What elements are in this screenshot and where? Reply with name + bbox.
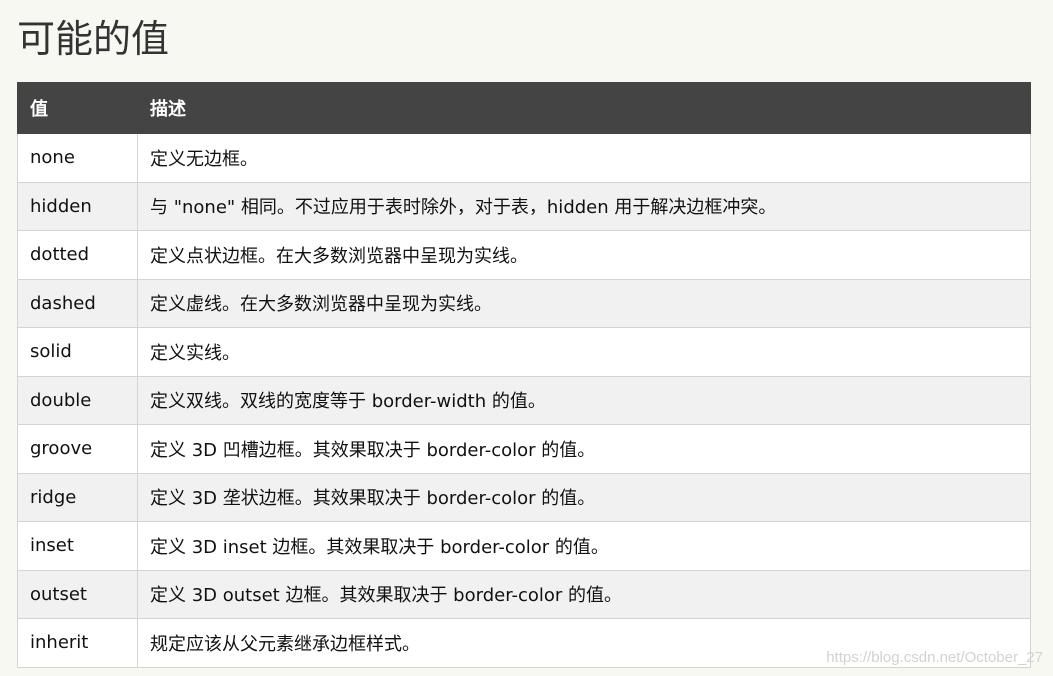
- value-cell: ridge: [17, 472, 138, 522]
- table-row: inset 定义 3D inset 边框。其效果取决于 border-color…: [17, 521, 1031, 571]
- description-cell: 与 "none" 相同。不过应用于表时除外，对于表，hidden 用于解决边框冲…: [137, 181, 1031, 231]
- column-header-description: 描述: [137, 82, 1031, 134]
- description-cell: 定义 3D 垄状边框。其效果取决于 border-color 的值。: [137, 472, 1031, 522]
- table-row: dotted 定义点状边框。在大多数浏览器中呈现为实线。: [17, 230, 1031, 280]
- table-row: ridge 定义 3D 垄状边框。其效果取决于 border-color 的值。: [17, 472, 1031, 522]
- description-cell: 定义实线。: [137, 327, 1031, 377]
- value-cell: double: [17, 375, 138, 425]
- value-cell: dashed: [17, 278, 138, 328]
- values-table: 值 描述 none 定义无边框。 hidden 与 "none" 相同。不过应用…: [17, 82, 1031, 668]
- page: 可能的值 值 描述 none 定义无边框。 hidden 与 "none" 相同…: [0, 0, 1053, 676]
- table-row: double 定义双线。双线的宽度等于 border-width 的值。: [17, 375, 1031, 425]
- description-cell: 定义 3D 凹槽边框。其效果取决于 border-color 的值。: [137, 424, 1031, 474]
- table-header: 值 描述: [17, 82, 1031, 134]
- value-cell: none: [17, 133, 138, 183]
- table-body: none 定义无边框。 hidden 与 "none" 相同。不过应用于表时除外…: [17, 133, 1031, 668]
- description-cell: 定义 3D outset 边框。其效果取决于 border-color 的值。: [137, 569, 1031, 619]
- value-cell: hidden: [17, 181, 138, 231]
- table-row: solid 定义实线。: [17, 327, 1031, 377]
- value-cell: dotted: [17, 230, 138, 280]
- value-cell: inherit: [17, 618, 138, 668]
- table-row: hidden 与 "none" 相同。不过应用于表时除外，对于表，hidden …: [17, 181, 1031, 231]
- value-cell: solid: [17, 327, 138, 377]
- table-header-row: 值 描述: [17, 82, 1031, 134]
- table-row: groove 定义 3D 凹槽边框。其效果取决于 border-color 的值…: [17, 424, 1031, 474]
- watermark: https://blog.csdn.net/October_27: [826, 649, 1043, 666]
- value-cell: outset: [17, 569, 138, 619]
- description-cell: 定义双线。双线的宽度等于 border-width 的值。: [137, 375, 1031, 425]
- table-row: none 定义无边框。: [17, 133, 1031, 183]
- value-cell: groove: [17, 424, 138, 474]
- description-cell: 定义虚线。在大多数浏览器中呈现为实线。: [137, 278, 1031, 328]
- value-cell: inset: [17, 521, 138, 571]
- table-row: outset 定义 3D outset 边框。其效果取决于 border-col…: [17, 569, 1031, 619]
- column-header-value: 值: [17, 82, 138, 134]
- description-cell: 定义无边框。: [137, 133, 1031, 183]
- page-title: 可能的值: [17, 17, 170, 61]
- description-cell: 定义 3D inset 边框。其效果取决于 border-color 的值。: [137, 521, 1031, 571]
- table-row: dashed 定义虚线。在大多数浏览器中呈现为实线。: [17, 278, 1031, 328]
- description-cell: 定义点状边框。在大多数浏览器中呈现为实线。: [137, 230, 1031, 280]
